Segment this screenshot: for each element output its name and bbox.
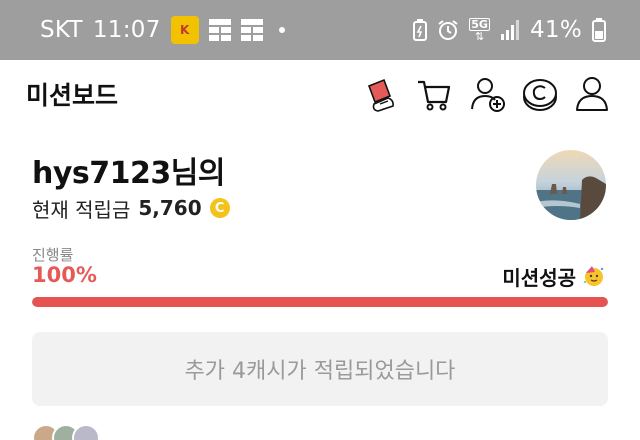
battery-icon bbox=[592, 18, 606, 42]
coin-c-icon[interactable] bbox=[520, 74, 560, 114]
grid-icon bbox=[208, 19, 231, 41]
participants-row bbox=[32, 424, 100, 440]
battery-label: 41% bbox=[529, 17, 582, 43]
app-header: 미션보드 bbox=[0, 60, 640, 124]
dot-icon bbox=[278, 27, 285, 33]
carrier-badge-icon: K bbox=[170, 16, 199, 44]
progress-bar bbox=[32, 297, 608, 307]
status-right: 5G ⇅ 41% bbox=[413, 14, 606, 46]
participant-avatar bbox=[72, 424, 100, 440]
coin-icon: C bbox=[209, 198, 230, 218]
alarm-icon bbox=[438, 20, 458, 40]
profile-icon[interactable] bbox=[572, 74, 612, 114]
clock-label: 11:07 bbox=[92, 17, 161, 43]
status-bar: SKT 11:07 K 5G ⇅ 41% bbox=[0, 0, 640, 60]
username-title: hys7123님의 bbox=[32, 156, 225, 191]
reward-notice: 추가 4캐시가 적립되었습니다 bbox=[32, 332, 608, 406]
mission-card-icon[interactable] bbox=[360, 74, 400, 114]
progress-bar-fill bbox=[32, 297, 608, 307]
page-title: 미션보드 bbox=[26, 81, 119, 110]
points-label: 현재 적립금 bbox=[32, 197, 131, 222]
progress-label: 진행률 bbox=[32, 246, 74, 264]
signal-icon bbox=[500, 20, 519, 40]
grid-icon bbox=[240, 19, 263, 41]
points-value: 5,760 bbox=[138, 196, 202, 220]
status-left: SKT 11:07 K bbox=[40, 14, 285, 46]
network-5g-icon: 5G ⇅ bbox=[469, 18, 490, 43]
points-row: 현재 적립금 5,760 C bbox=[32, 194, 230, 222]
progress-percent: 100% bbox=[32, 263, 97, 287]
battery-saver-icon bbox=[413, 19, 428, 41]
mission-status: 미션성공 bbox=[502, 263, 606, 290]
cart-icon[interactable] bbox=[414, 74, 454, 114]
add-user-icon[interactable] bbox=[468, 74, 508, 114]
party-face-icon bbox=[584, 266, 604, 286]
avatar[interactable] bbox=[536, 150, 606, 220]
mission-status-label: 미션성공 bbox=[502, 265, 576, 290]
carrier-label: SKT bbox=[40, 17, 83, 43]
